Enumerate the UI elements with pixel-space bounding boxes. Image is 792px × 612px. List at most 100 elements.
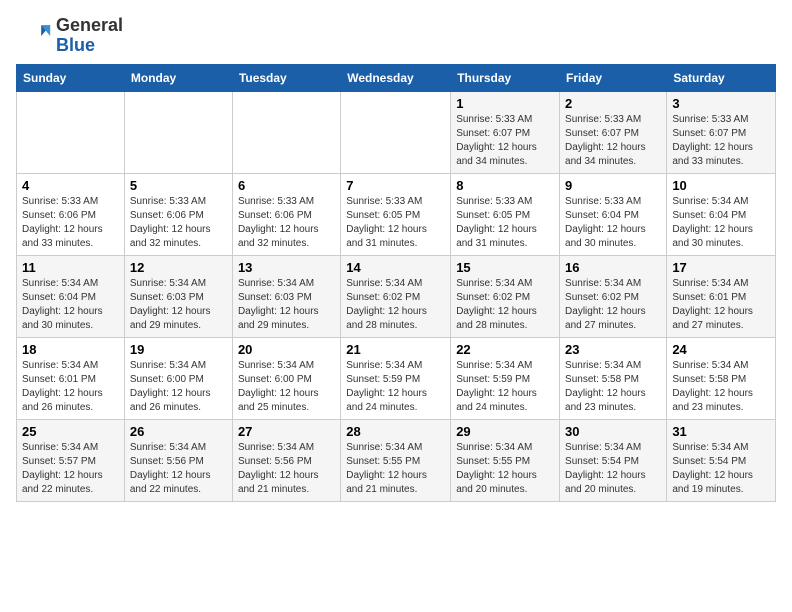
header-cell-tuesday: Tuesday xyxy=(232,64,340,91)
day-cell xyxy=(341,91,451,173)
day-number: 20 xyxy=(238,342,335,357)
header-cell-thursday: Thursday xyxy=(451,64,560,91)
day-number: 31 xyxy=(672,424,770,439)
day-cell: 18 Sunrise: 5:34 AMSunset: 6:01 PMDayligh… xyxy=(17,337,125,419)
day-number: 22 xyxy=(456,342,554,357)
week-row-5: 25 Sunrise: 5:34 AMSunset: 5:57 PMDayligh… xyxy=(17,419,776,501)
day-number: 3 xyxy=(672,96,770,111)
day-cell: 21 Sunrise: 5:34 AMSunset: 5:59 PMDayligh… xyxy=(341,337,451,419)
header-cell-wednesday: Wednesday xyxy=(341,64,451,91)
header-cell-friday: Friday xyxy=(560,64,667,91)
day-info: Sunrise: 5:34 AMSunset: 6:01 PMDaylight:… xyxy=(672,277,770,333)
day-cell xyxy=(17,91,125,173)
week-row-2: 4 Sunrise: 5:33 AMSunset: 6:06 PMDaylight… xyxy=(17,173,776,255)
week-row-3: 11 Sunrise: 5:34 AMSunset: 6:04 PMDayligh… xyxy=(17,255,776,337)
day-cell: 30 Sunrise: 5:34 AMSunset: 5:54 PMDayligh… xyxy=(560,419,667,501)
day-number: 4 xyxy=(22,178,119,193)
day-cell: 12 Sunrise: 5:34 AMSunset: 6:03 PMDayligh… xyxy=(124,255,232,337)
week-row-4: 18 Sunrise: 5:34 AMSunset: 6:01 PMDayligh… xyxy=(17,337,776,419)
day-number: 27 xyxy=(238,424,335,439)
day-cell: 24 Sunrise: 5:34 AMSunset: 5:58 PMDayligh… xyxy=(667,337,776,419)
day-cell: 4 Sunrise: 5:33 AMSunset: 6:06 PMDaylight… xyxy=(17,173,125,255)
day-info: Sunrise: 5:33 AMSunset: 6:07 PMDaylight:… xyxy=(565,113,661,169)
day-cell: 19Sunrise: 5:34 AMSunset: 6:00 PMDayligh… xyxy=(124,337,232,419)
day-number: 13 xyxy=(238,260,335,275)
day-cell: 16Sunrise: 5:34 AMSunset: 6:02 PMDayligh… xyxy=(560,255,667,337)
day-cell: 13 Sunrise: 5:34 AMSunset: 6:03 PMDayligh… xyxy=(232,255,340,337)
day-info: Sunrise: 5:34 AMSunset: 5:55 PMDaylight:… xyxy=(346,441,445,497)
day-number: 15 xyxy=(456,260,554,275)
day-number: 21 xyxy=(346,342,445,357)
day-cell: 9 Sunrise: 5:33 AMSunset: 6:04 PMDaylight… xyxy=(560,173,667,255)
logo: General Blue xyxy=(16,16,123,56)
day-cell: 1 Sunrise: 5:33 AMSunset: 6:07 PMDaylight… xyxy=(451,91,560,173)
day-number: 12 xyxy=(130,260,227,275)
day-cell xyxy=(124,91,232,173)
day-cell: 26 Sunrise: 5:34 AMSunset: 5:56 PMDayligh… xyxy=(124,419,232,501)
day-info: Sunrise: 5:34 AMSunset: 6:02 PMDaylight:… xyxy=(346,277,445,333)
day-info: Sunrise: 5:33 AMSunset: 6:06 PMDaylight:… xyxy=(238,195,335,251)
header-row: SundayMondayTuesdayWednesdayThursdayFrid… xyxy=(17,64,776,91)
day-number: 8 xyxy=(456,178,554,193)
day-number: 26 xyxy=(130,424,227,439)
day-info: Sunrise: 5:34 AMSunset: 5:54 PMDaylight:… xyxy=(565,441,661,497)
day-number: 10 xyxy=(672,178,770,193)
day-cell: 14 Sunrise: 5:34 AMSunset: 6:02 PMDayligh… xyxy=(341,255,451,337)
day-info: Sunrise: 5:34 AMSunset: 5:55 PMDaylight:… xyxy=(456,441,554,497)
day-cell: 10 Sunrise: 5:34 AMSunset: 6:04 PMDayligh… xyxy=(667,173,776,255)
day-info: Sunrise: 5:34 AMSunset: 5:58 PMDaylight:… xyxy=(672,359,770,415)
day-cell: 17 Sunrise: 5:34 AMSunset: 6:01 PMDayligh… xyxy=(667,255,776,337)
day-number: 24 xyxy=(672,342,770,357)
day-info: Sunrise: 5:34 AMSunset: 6:02 PMDaylight:… xyxy=(565,277,661,333)
logo-icon xyxy=(16,18,52,54)
day-info: Sunrise: 5:34 AMSunset: 5:58 PMDaylight:… xyxy=(565,359,661,415)
day-number: 11 xyxy=(22,260,119,275)
day-number: 23 xyxy=(565,342,661,357)
day-number: 2 xyxy=(565,96,661,111)
day-cell: 7 Sunrise: 5:33 AMSunset: 6:05 PMDaylight… xyxy=(341,173,451,255)
day-cell: 28 Sunrise: 5:34 AMSunset: 5:55 PMDayligh… xyxy=(341,419,451,501)
day-number: 19 xyxy=(130,342,227,357)
day-info: Sunrise: 5:34 AMSunset: 6:01 PMDaylight:… xyxy=(22,359,119,415)
header-cell-monday: Monday xyxy=(124,64,232,91)
day-number: 7 xyxy=(346,178,445,193)
day-info: Sunrise: 5:33 AMSunset: 6:05 PMDaylight:… xyxy=(346,195,445,251)
day-info: Sunrise: 5:34 AMSunset: 6:04 PMDaylight:… xyxy=(22,277,119,333)
day-cell: 23 Sunrise: 5:34 AMSunset: 5:58 PMDayligh… xyxy=(560,337,667,419)
calendar-table: SundayMondayTuesdayWednesdayThursdayFrid… xyxy=(16,64,776,502)
day-info: Sunrise: 5:33 AMSunset: 6:07 PMDaylight:… xyxy=(456,113,554,169)
day-cell: 27Sunrise: 5:34 AMSunset: 5:56 PMDayligh… xyxy=(232,419,340,501)
day-number: 18 xyxy=(22,342,119,357)
day-info: Sunrise: 5:34 AMSunset: 6:04 PMDaylight:… xyxy=(672,195,770,251)
day-info: Sunrise: 5:33 AMSunset: 6:06 PMDaylight:… xyxy=(130,195,227,251)
day-info: Sunrise: 5:34 AMSunset: 6:03 PMDaylight:… xyxy=(238,277,335,333)
day-info: Sunrise: 5:34 AMSunset: 5:59 PMDaylight:… xyxy=(346,359,445,415)
day-info: Sunrise: 5:34 AMSunset: 5:59 PMDaylight:… xyxy=(456,359,554,415)
day-cell: 22 Sunrise: 5:34 AMSunset: 5:59 PMDayligh… xyxy=(451,337,560,419)
day-info: Sunrise: 5:34 AMSunset: 6:02 PMDaylight:… xyxy=(456,277,554,333)
header-cell-saturday: Saturday xyxy=(667,64,776,91)
day-number: 9 xyxy=(565,178,661,193)
day-number: 17 xyxy=(672,260,770,275)
day-number: 25 xyxy=(22,424,119,439)
day-number: 5 xyxy=(130,178,227,193)
header-cell-sunday: Sunday xyxy=(17,64,125,91)
day-info: Sunrise: 5:33 AMSunset: 6:07 PMDaylight:… xyxy=(672,113,770,169)
day-cell: 5 Sunrise: 5:33 AMSunset: 6:06 PMDaylight… xyxy=(124,173,232,255)
day-number: 1 xyxy=(456,96,554,111)
day-info: Sunrise: 5:34 AMSunset: 5:57 PMDaylight:… xyxy=(22,441,119,497)
day-info: Sunrise: 5:34 AMSunset: 6:03 PMDaylight:… xyxy=(130,277,227,333)
day-cell: 15 Sunrise: 5:34 AMSunset: 6:02 PMDayligh… xyxy=(451,255,560,337)
day-number: 30 xyxy=(565,424,661,439)
day-info: Sunrise: 5:34 AMSunset: 5:54 PMDaylight:… xyxy=(672,441,770,497)
day-info: Sunrise: 5:34 AMSunset: 6:00 PMDaylight:… xyxy=(238,359,335,415)
day-number: 28 xyxy=(346,424,445,439)
day-cell: 31 Sunrise: 5:34 AMSunset: 5:54 PMDayligh… xyxy=(667,419,776,501)
week-row-1: 1 Sunrise: 5:33 AMSunset: 6:07 PMDaylight… xyxy=(17,91,776,173)
day-info: Sunrise: 5:34 AMSunset: 5:56 PMDaylight:… xyxy=(130,441,227,497)
day-info: Sunrise: 5:33 AMSunset: 6:04 PMDaylight:… xyxy=(565,195,661,251)
day-cell: 29Sunrise: 5:34 AMSunset: 5:55 PMDayligh… xyxy=(451,419,560,501)
logo-text: General Blue xyxy=(56,16,123,56)
day-number: 14 xyxy=(346,260,445,275)
day-info: Sunrise: 5:33 AMSunset: 6:06 PMDaylight:… xyxy=(22,195,119,251)
